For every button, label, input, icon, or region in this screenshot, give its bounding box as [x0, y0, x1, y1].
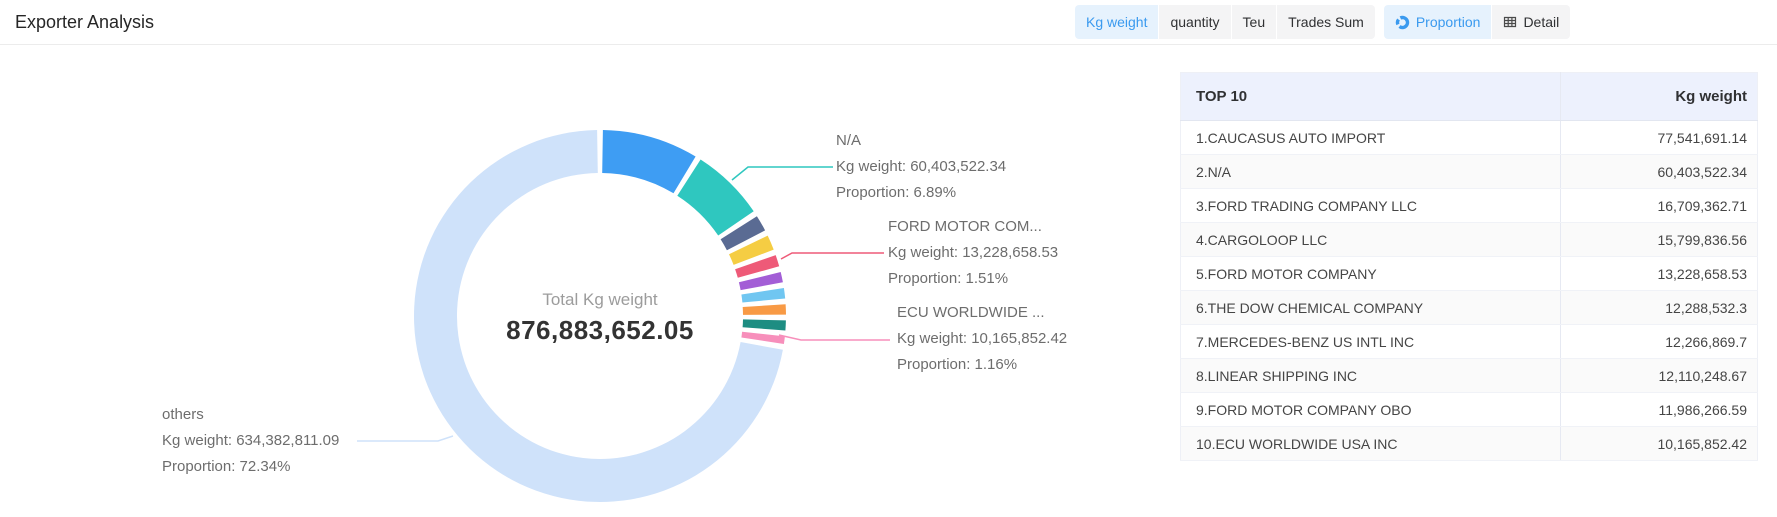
table-row: 4.CARGOLOOP LLC 15,799,836.56: [1181, 223, 1758, 257]
callout-proportion-line: Proportion: 1.51%: [888, 266, 1058, 292]
exporter-value-cell: 60,403,522.34: [1561, 155, 1758, 189]
exporter-value-cell: 12,288,532.3: [1561, 291, 1758, 325]
total-label: Total Kg weight: [450, 287, 750, 313]
callout-connector-others: [357, 436, 453, 441]
exporter-value-cell: 16,709,362.71: [1561, 189, 1758, 223]
exporter-value-cell: 13,228,658.53: [1561, 257, 1758, 291]
callout-proportion-line: Proportion: 72.34%: [162, 454, 339, 480]
table-header-top10: TOP 10: [1181, 73, 1561, 121]
table-row: 6.THE DOW CHEMICAL COMPANY 12,288,532.3: [1181, 291, 1758, 325]
callout-ecu-worldwide: ECU WORLDWIDE ... Kg weight: 10,165,852.…: [897, 300, 1067, 378]
exporter-value-cell: 10,165,852.42: [1561, 427, 1758, 461]
callout-ford-motor: FORD MOTOR COM... Kg weight: 13,228,658.…: [888, 214, 1058, 292]
callout-kg-weight-line: Kg weight: 13,228,658.53: [888, 240, 1058, 266]
callout-connector-ford-motor: [781, 253, 884, 259]
exporter-value-cell: 77,541,691.14: [1561, 121, 1758, 155]
table-row: 5.FORD MOTOR COMPANY 13,228,658.53: [1181, 257, 1758, 291]
callout-kg-weight-line: Kg weight: 634,382,811.09: [162, 428, 339, 454]
exporter-name-cell: 7.MERCEDES-BENZ US INTL INC: [1181, 325, 1561, 359]
table-row: 10.ECU WORLDWIDE USA INC 10,165,852.42: [1181, 427, 1758, 461]
exporter-name-cell: 3.FORD TRADING COMPANY LLC: [1181, 189, 1561, 223]
total-value: 876,883,652.05: [450, 313, 750, 347]
callout-na: N/A Kg weight: 60,403,522.34 Proportion:…: [836, 128, 1006, 206]
table-header-row: TOP 10 Kg weight: [1181, 73, 1758, 121]
table-header-kg-weight: Kg weight: [1561, 73, 1758, 121]
callout-others: others Kg weight: 634,382,811.09 Proport…: [162, 402, 339, 480]
top10-table-area: TOP 10 Kg weight 1.CAUCASUS AUTO IMPORT …: [1180, 72, 1758, 461]
table-row: 7.MERCEDES-BENZ US INTL INC 12,266,869.7: [1181, 325, 1758, 359]
exporter-name-cell: 9.FORD MOTOR COMPANY OBO: [1181, 393, 1561, 427]
exporter-name-cell: 2.N/A: [1181, 155, 1561, 189]
table-row: 9.FORD MOTOR COMPANY OBO 11,986,266.59: [1181, 393, 1758, 427]
callout-proportion-line: Proportion: 1.16%: [897, 352, 1067, 378]
top10-table: TOP 10 Kg weight 1.CAUCASUS AUTO IMPORT …: [1180, 72, 1758, 461]
donut-center-label: Total Kg weight 876,883,652.05: [450, 287, 750, 347]
callout-name-line: FORD MOTOR COM...: [888, 214, 1058, 240]
exporter-name-cell: 4.CARGOLOOP LLC: [1181, 223, 1561, 257]
exporter-name-cell: 5.FORD MOTOR COMPANY: [1181, 257, 1561, 291]
table-row: 2.N/A 60,403,522.34: [1181, 155, 1758, 189]
exporter-name-cell: 10.ECU WORLDWIDE USA INC: [1181, 427, 1561, 461]
callout-kg-weight-line: Kg weight: 60,403,522.34: [836, 154, 1006, 180]
exporter-value-cell: 11,986,266.59: [1561, 393, 1758, 427]
callout-connector-na: [732, 167, 833, 180]
exporter-value-cell: 15,799,836.56: [1561, 223, 1758, 257]
exporter-name-cell: 6.THE DOW CHEMICAL COMPANY: [1181, 291, 1561, 325]
exporter-analysis-page: Exporter Analysis Kg weight quantity Teu…: [0, 0, 1777, 517]
exporter-value-cell: 12,266,869.7: [1561, 325, 1758, 359]
callout-name-line: N/A: [836, 128, 1006, 154]
donut-segment-caucasus-auto-import[interactable]: [602, 130, 695, 193]
exporter-name-cell: 1.CAUCASUS AUTO IMPORT: [1181, 121, 1561, 155]
table-row: 1.CAUCASUS AUTO IMPORT 77,541,691.14: [1181, 121, 1758, 155]
exporter-name-cell: 8.LINEAR SHIPPING INC: [1181, 359, 1561, 393]
table-row: 8.LINEAR SHIPPING INC 12,110,248.67: [1181, 359, 1758, 393]
table-row: 3.FORD TRADING COMPANY LLC 16,709,362.71: [1181, 189, 1758, 223]
callout-proportion-line: Proportion: 6.89%: [836, 180, 1006, 206]
callout-name-line: ECU WORLDWIDE ...: [897, 300, 1067, 326]
exporter-value-cell: 12,110,248.67: [1561, 359, 1758, 393]
callout-connector-ecu-worldwide: [779, 335, 890, 340]
callout-kg-weight-line: Kg weight: 10,165,852.42: [897, 326, 1067, 352]
callout-name-line: others: [162, 402, 339, 428]
